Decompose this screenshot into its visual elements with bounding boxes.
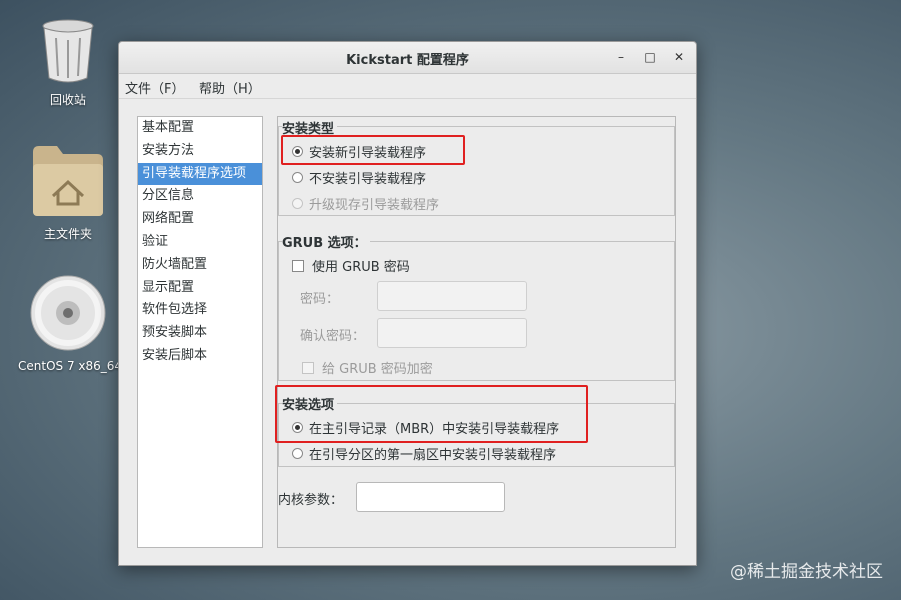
sidebar-item-partition[interactable]: 分区信息 — [138, 185, 262, 208]
window-title: Kickstart 配置程序 — [346, 53, 469, 68]
watermark: @稀土掘金技术社区 — [730, 562, 883, 582]
grub-options-title: GRUB 选项： — [282, 232, 370, 251]
radio-label: 不安装引导装载程序 — [309, 172, 427, 187]
sidebar-item-display[interactable]: 显示配置 — [138, 277, 262, 300]
sidebar-item-firewall[interactable]: 防火墙配置 — [138, 254, 262, 277]
sidebar-item-pre-script[interactable]: 预安装脚本 — [138, 322, 262, 345]
checkbox-label: 使用 GRUB 密码 — [312, 260, 410, 275]
kernel-params-label: 内核参数： — [278, 493, 344, 508]
sidebar-item-bootloader[interactable]: 引导装载程序选项 — [138, 162, 262, 186]
sidebar-item-network[interactable]: 网络配置 — [138, 208, 262, 231]
highlight-box — [275, 385, 588, 443]
radio-button[interactable] — [292, 172, 303, 183]
desktop-home-folder[interactable]: 主文件夹 — [18, 142, 118, 242]
radio-install-boot-partition[interactable]: 在引导分区的第一扇区中安装引导装载程序 — [292, 444, 556, 463]
sidebar-item-basic[interactable]: 基本配置 — [138, 117, 262, 140]
title-bar[interactable]: Kickstart 配置程序 – □ ✕ — [119, 42, 696, 74]
bootloader-options-panel: 安装类型 安装新引导装载程序 不安装引导装载程序 升级现存引导装载程序 GRUB… — [275, 116, 676, 548]
maximize-button[interactable]: □ — [641, 48, 659, 66]
encrypt-grub-password: 给 GRUB 密码加密 — [302, 358, 433, 377]
radio-upgrade: 升级现存引导装载程序 — [292, 194, 439, 213]
checkbox-label: 给 GRUB 密码加密 — [322, 362, 433, 377]
confirm-password-label: 确认密码： — [300, 329, 366, 344]
confirm-password-field — [377, 318, 527, 348]
trash-icon — [42, 19, 94, 83]
desktop-disc[interactable]: CentOS 7 x86_64 — [18, 274, 123, 373]
desktop-icon-label: CentOS 7 x86_64 — [18, 359, 123, 373]
radio-no-install[interactable]: 不安装引导装载程序 — [292, 168, 426, 187]
sidebar-item-auth[interactable]: 验证 — [138, 231, 262, 254]
radio-button — [292, 198, 303, 209]
disc-icon — [30, 275, 106, 351]
desktop-icon-label: 主文件夹 — [43, 227, 92, 241]
kernel-params-input[interactable] — [356, 482, 505, 512]
desktop-icon-label: 回收站 — [49, 93, 86, 107]
use-grub-password[interactable]: 使用 GRUB 密码 — [292, 256, 410, 275]
password-field — [377, 281, 527, 311]
radio-label: 升级现存引导装载程序 — [309, 198, 440, 213]
menu-bar: 文件（F） 帮助（H） — [119, 74, 696, 99]
minimize-button[interactable]: – — [612, 48, 630, 66]
highlight-box — [281, 135, 465, 165]
desktop-trash[interactable]: 回收站 — [18, 18, 118, 108]
password-label: 密码： — [300, 292, 340, 307]
menu-file[interactable]: 文件（F） — [125, 78, 184, 97]
sidebar-item-post-script[interactable]: 安装后脚本 — [138, 345, 262, 368]
category-list: 基本配置 安装方法 引导装载程序选项 分区信息 网络配置 验证 防火墙配置 显示… — [137, 116, 263, 548]
sidebar-item-install-method[interactable]: 安装方法 — [138, 140, 262, 163]
checkbox — [302, 361, 314, 374]
radio-label: 在引导分区的第一扇区中安装引导装载程序 — [309, 448, 557, 463]
radio-button[interactable] — [292, 448, 303, 459]
home-folder-icon — [33, 146, 103, 216]
close-button[interactable]: ✕ — [670, 48, 688, 66]
kickstart-window: Kickstart 配置程序 – □ ✕ 文件（F） 帮助（H） 基本配置 安装… — [118, 41, 697, 566]
checkbox[interactable] — [292, 259, 304, 272]
sidebar-item-packages[interactable]: 软件包选择 — [138, 299, 262, 322]
menu-help[interactable]: 帮助（H） — [199, 78, 261, 97]
